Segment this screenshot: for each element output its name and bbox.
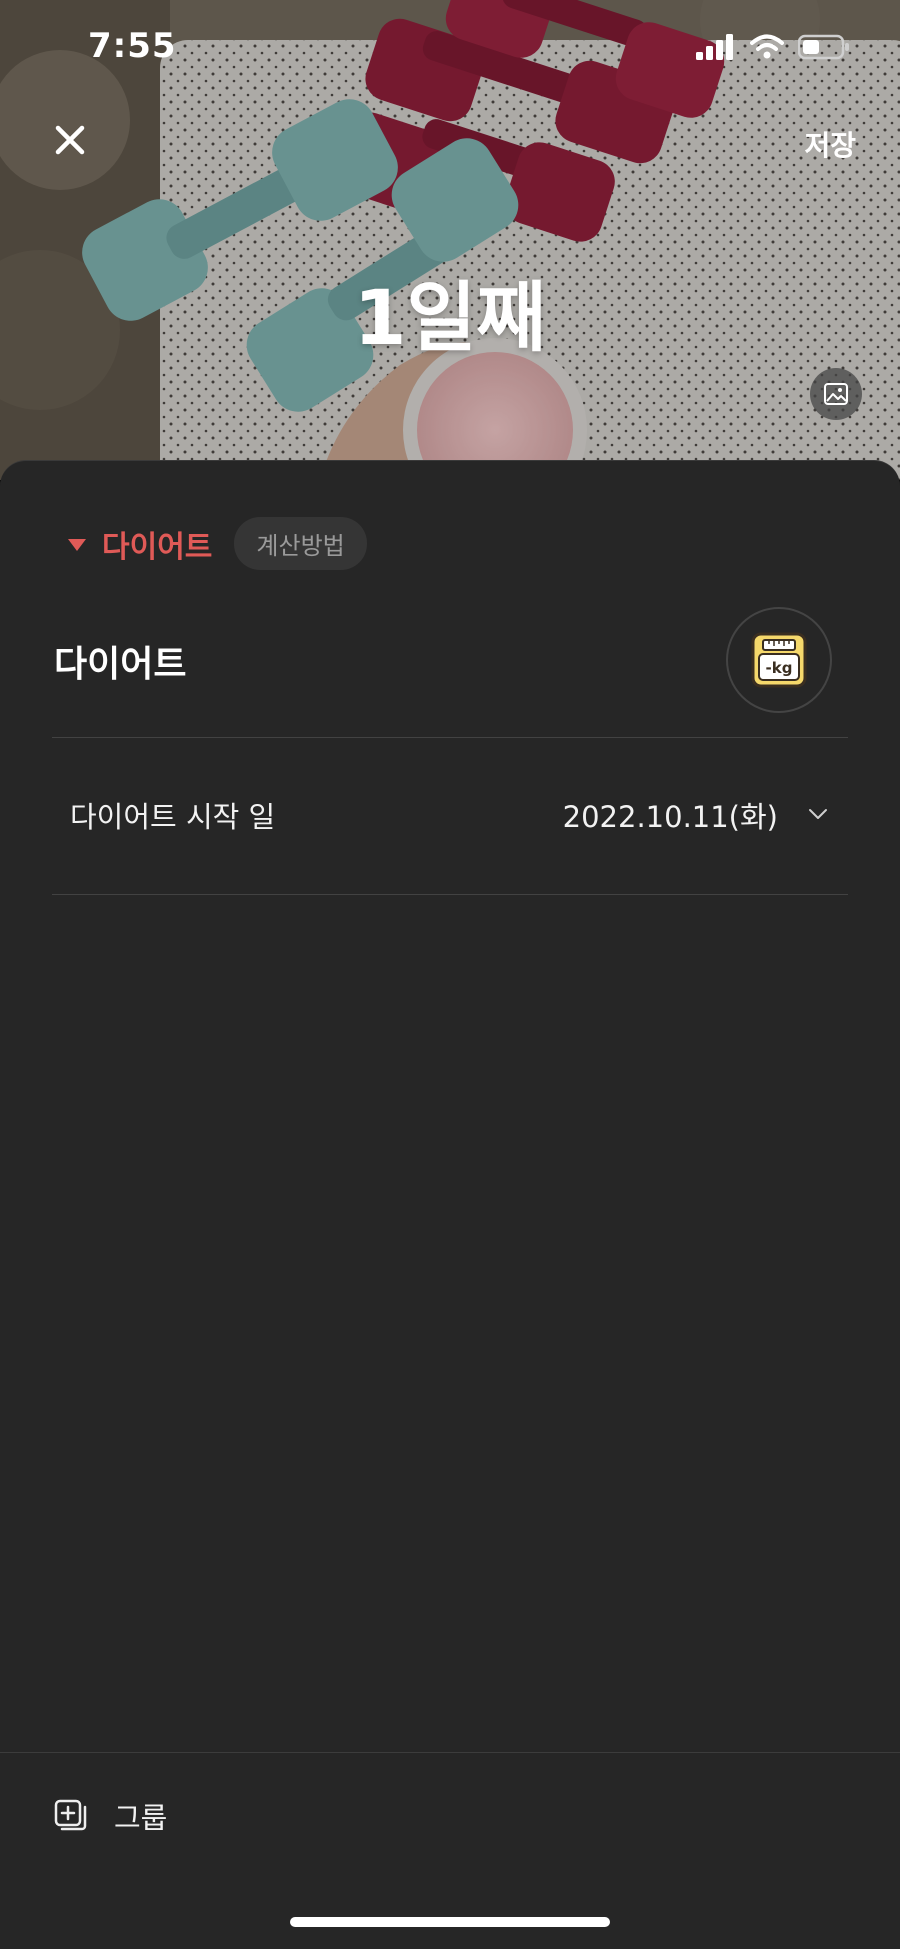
battery-icon [797,34,850,64]
home-indicator[interactable] [290,1917,610,1927]
group-button[interactable]: 그룹 [54,1795,167,1837]
bottom-bar: 그룹 [0,1752,900,1949]
save-button[interactable]: 저장 [804,124,856,164]
status-time: 7:55 [88,26,177,66]
goal-sheet: 다이어트 계산방법 다이어트 -kg 다이어트 시작 일 2022.10.11(… [0,460,900,1949]
caret-down-icon[interactable] [68,538,86,551]
scale-kg-text: -kg [766,659,793,677]
page-title: 1일째 [353,273,547,362]
change-cover-image-button[interactable] [810,368,862,420]
cellular-signal-icon [696,34,736,64]
image-edit-icon [824,383,848,405]
add-group-icon [54,1799,87,1831]
goal-icon-button[interactable]: -kg [726,607,832,713]
category-selector[interactable]: 다이어트 [102,522,212,566]
close-icon [55,125,85,155]
group-label: 그룹 [114,1801,168,1835]
category-row: 다이어트 계산방법 [68,517,367,570]
status-bar: 7:55 [0,0,900,100]
chevron-down-icon[interactable] [806,802,830,826]
divider [52,894,848,895]
close-button[interactable] [50,120,90,160]
start-date-value[interactable]: 2022.10.11(화) [563,794,778,836]
goal-title: 다이어트 [54,644,187,685]
start-date-row[interactable]: 다이어트 시작 일 2022.10.11(화) [52,738,848,894]
start-date-label: 다이어트 시작 일 [70,800,276,834]
scale-kg-icon: -kg [751,632,807,688]
status-icons [696,34,850,64]
wifi-icon [750,34,784,64]
calc-method-chip[interactable]: 계산방법 [234,517,367,570]
